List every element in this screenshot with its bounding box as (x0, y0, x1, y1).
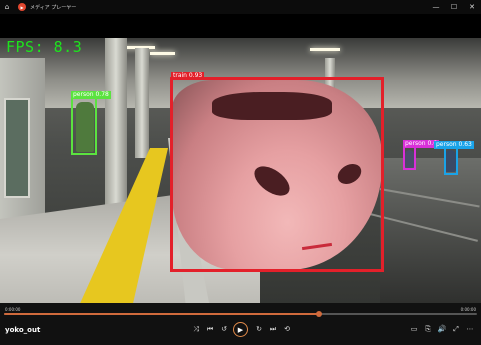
next-icon[interactable]: ⏭ (267, 323, 279, 335)
repeat-icon[interactable]: ⟲ (281, 323, 293, 335)
window-title: メディア プレーヤー (30, 4, 77, 11)
detection-box-person: person 0.78 (71, 91, 111, 155)
minimize-button[interactable]: — (427, 0, 445, 14)
fps-counter: FPS: 8.3 (6, 38, 83, 56)
volume-icon[interactable]: 🔊 (436, 323, 448, 335)
station-pillar (135, 48, 149, 158)
home-icon[interactable]: ⌂ (0, 0, 14, 14)
video-frame[interactable]: train 0.93 person 0.78 person 0.6 person… (0, 38, 481, 303)
station-window (4, 98, 30, 198)
detection-label: train 0.93 (171, 72, 205, 80)
rewind-icon[interactable]: ↺ (218, 323, 230, 335)
ceiling-light (150, 52, 175, 55)
player-controls: 0:00:00 0:00:00 yoko_out ⤨ ⏮ ↺ ▶ ↻ ⏭ ⟲ ▭… (0, 303, 481, 345)
detection-box-train: train 0.93 (170, 72, 384, 272)
close-button[interactable]: ✕ (463, 0, 481, 14)
media-player-icon: ▶ (18, 3, 26, 11)
forward-icon[interactable]: ↻ (253, 323, 265, 335)
right-platform (380, 158, 481, 303)
more-options-icon[interactable]: ⋯ (464, 323, 476, 335)
shuffle-icon[interactable]: ⤨ (190, 323, 202, 335)
ceiling-light (310, 48, 340, 51)
media-title: yoko_out (5, 326, 41, 334)
window-controls: — ☐ ✕ (427, 0, 481, 14)
fullscreen-icon[interactable]: ⤢ (450, 323, 462, 335)
detection-box-person: person 0.6 (403, 140, 440, 170)
time-elapsed: 0:00:00 (5, 307, 21, 312)
time-remaining: 0:00:00 (460, 307, 476, 312)
maximize-button[interactable]: ☐ (445, 0, 463, 14)
seek-bar-thumb[interactable] (315, 311, 322, 317)
play-icon: ▶ (237, 325, 244, 334)
cast-icon[interactable]: ⎘ (422, 323, 434, 335)
detection-label: person 0.63 (434, 141, 474, 149)
previous-icon[interactable]: ⏮ (204, 323, 216, 335)
play-button[interactable]: ▶ (233, 322, 248, 337)
seek-bar-fill (4, 313, 319, 315)
detection-box-person: person 0.63 (434, 141, 474, 175)
detection-label: person 0.78 (71, 91, 111, 99)
miniplayer-icon[interactable]: ▭ (408, 323, 420, 335)
seek-bar[interactable] (4, 311, 477, 317)
title-bar: ⌂ ▶ メディア プレーヤー — ☐ ✕ (0, 0, 481, 14)
